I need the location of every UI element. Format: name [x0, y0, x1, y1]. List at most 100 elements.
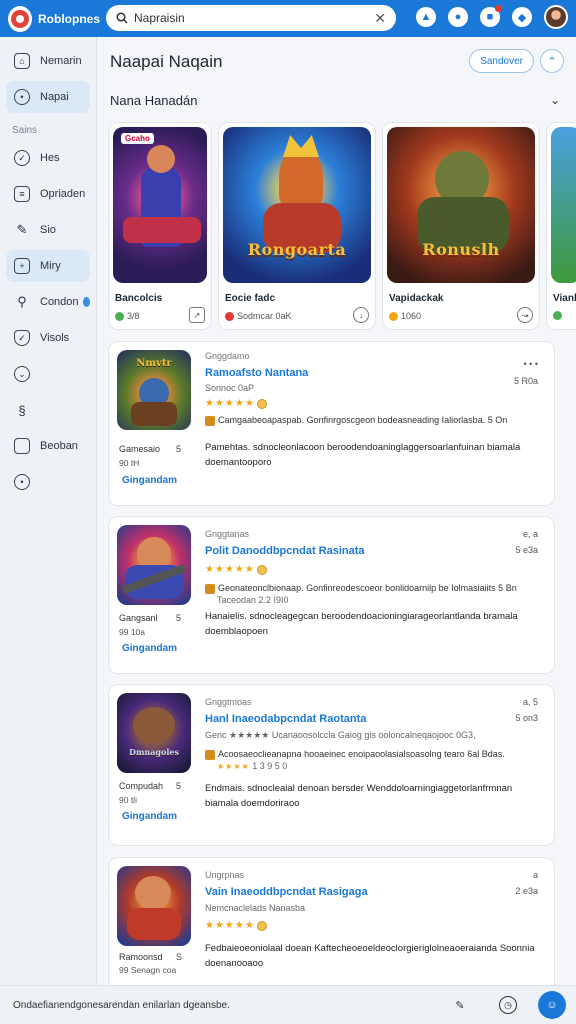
sidebar-item-label: Beoban	[40, 440, 78, 452]
game-thumbnail	[117, 866, 191, 946]
game-art-title: Rongoarta	[247, 240, 347, 259]
game-title: Vianl	[553, 293, 576, 304]
game-meta: Sodmcar 0aK	[225, 311, 292, 321]
search-bar[interactable]: ✕	[106, 5, 396, 31]
app-logo-icon	[8, 5, 32, 32]
page-title: Naapai Naqain	[110, 52, 223, 71]
sidebar-item-puzzle[interactable]: §	[6, 394, 90, 426]
more-options-icon[interactable]: • • •	[524, 359, 538, 369]
review-sub: Taceodan 2.2 I9I0	[217, 595, 289, 605]
featured-card[interactable]: Gcaho Bancolcis 3/8 ↗	[108, 122, 212, 330]
link-icon: ⚲	[17, 294, 27, 309]
list-item[interactable]: Gangsanl 5 99 10a Gingandam Gnggtanas e,…	[108, 516, 555, 674]
game-title: Bancolcis	[115, 293, 163, 304]
sidebar-item-napai[interactable]: • Napai	[6, 81, 90, 113]
puzzle-icon: §	[18, 402, 26, 418]
app-brand[interactable]: Roblopnes	[0, 5, 100, 32]
review-text: Geonateonclbionaap. Gonfinreodescoeor bo…	[205, 583, 538, 594]
rating: ★★★★★	[205, 920, 267, 931]
settings-icon[interactable]: ◆	[512, 7, 532, 27]
get-button[interactable]: Gingandam	[122, 643, 177, 654]
shield-icon: ✓	[14, 330, 30, 346]
sidebar-item-visols[interactable]: ✓ Visols	[6, 322, 90, 354]
app-title: Roblopnes	[38, 11, 100, 26]
game-meta	[553, 311, 562, 320]
featured-card[interactable]: Ronuslh Vapidackak 1060 ↝	[382, 122, 540, 330]
sidebar-item-label: Hes	[40, 152, 60, 164]
game-title[interactable]: Hanl Inaeodabpcndat Raotanta	[205, 713, 366, 725]
developer-sub: 90 tli	[119, 795, 137, 805]
game-category: Ungrpnas	[205, 870, 245, 880]
sidebar-item-chevron[interactable]: ⌄	[6, 358, 90, 390]
chat-icon: •	[14, 89, 30, 105]
square-icon	[14, 438, 30, 454]
featured-card[interactable]: Vianl	[546, 122, 576, 330]
avatar[interactable]	[544, 5, 568, 29]
game-description: Fedbaieoeoniolaal doean Kaftecheoeoeldeo…	[205, 943, 535, 969]
filter-button[interactable]: ⌃	[540, 49, 564, 73]
sidebar-item-dot[interactable]: •	[6, 466, 90, 498]
game-rating-count: 2 e3a	[515, 886, 538, 896]
review-icon	[205, 415, 215, 426]
developer-name: Gamesaio	[119, 444, 161, 454]
sidebar-item-miry[interactable]: + Miry	[6, 250, 90, 282]
notification-icon[interactable]: ▲	[416, 7, 436, 27]
list-item[interactable]: Dmnagoles Compudah 5 90 tli Gingandam Gn…	[108, 684, 555, 846]
chevron-down-icon[interactable]: ⌄	[550, 93, 560, 107]
list-item[interactable]: Ramoonsd S 99 Senagn coa Ungrpnas a Vain…	[108, 857, 555, 985]
developer-name: Gangsanl	[119, 613, 158, 623]
rating: ★★★★★	[205, 564, 267, 575]
game-rating-count: 5 on3	[515, 713, 538, 723]
sidebar-item-sio[interactable]: ✎ Sio	[6, 214, 90, 246]
sidebar-item-opriaden[interactable]: ≡ Opriaden	[6, 178, 90, 210]
top-bar: Roblopnes ✕ ▲ ● ■ ◆	[0, 0, 576, 37]
game-art-image: Rongoarta	[223, 127, 371, 283]
trend-icon[interactable]: ↝	[517, 307, 533, 323]
pen-icon[interactable]: ✎	[449, 994, 471, 1016]
review-icon	[205, 749, 215, 760]
download-icon[interactable]: ↓	[353, 307, 369, 323]
game-description: Pamehtas. sdnocleonlacoon beroodendoanin…	[205, 442, 521, 468]
sidebar-item-hes[interactable]: ✓ Hes	[6, 142, 90, 174]
clear-search-icon[interactable]: ✕	[374, 10, 386, 27]
developer-badge: 5	[176, 613, 182, 623]
developer-sub: 99 10a	[119, 627, 145, 637]
search-input[interactable]	[134, 11, 375, 25]
get-button[interactable]: Gingandam	[122, 475, 177, 486]
review-icon	[205, 583, 215, 594]
game-meta: 1060	[389, 311, 421, 321]
more-options-icon[interactable]: e, a	[523, 529, 538, 539]
get-button[interactable]: Gingandam	[122, 811, 177, 822]
profile-icon[interactable]: ☺	[538, 991, 566, 1019]
game-category: Gnggtmoas	[205, 697, 252, 707]
sidebar-item-nemarin[interactable]: ⌂ Nemarin	[6, 45, 90, 77]
sidebar-item-label: Miry	[40, 260, 61, 272]
game-title[interactable]: Ramoafsto Nantana	[205, 367, 308, 379]
sidebar-item-beoban[interactable]: Beoban	[6, 430, 90, 462]
flag-icon[interactable]: ■	[480, 5, 502, 27]
game-title[interactable]: Vain Inaeoddbpcndat Rasigaga	[205, 886, 368, 898]
game-description: Hanaielis. sdnocleagegcan beroodendoacio…	[205, 611, 518, 637]
emoji-icon	[256, 564, 267, 575]
share-icon[interactable]: ↗	[189, 307, 205, 323]
home-icon: ⌂	[14, 53, 30, 69]
developer-badge: 5	[176, 781, 182, 791]
list-item[interactable]: Nmvtr Gamesaio 5 90 tH Gingandam Gnggdam…	[108, 341, 555, 506]
grid-icon: +	[14, 258, 30, 274]
more-options-icon[interactable]: a, 5	[523, 697, 538, 707]
status-dot-icon	[225, 311, 234, 321]
game-category: Gnggdamo	[205, 351, 250, 361]
game-category: Gnggtanas	[205, 529, 250, 539]
featured-card[interactable]: Rongoarta Eocie fadc Sodmcar 0aK ↓	[218, 122, 376, 330]
game-art-image: Ronuslh	[387, 127, 535, 283]
developer-sub: 90 tH	[119, 458, 140, 468]
game-art-image: Gcaho	[113, 127, 207, 283]
status-dot-icon	[389, 311, 398, 321]
sidebar-item-condon[interactable]: ⚲ Condon	[6, 286, 90, 318]
game-title[interactable]: Polit Danoddbpcndat Rasinata	[205, 545, 365, 557]
dot-circle-icon: •	[14, 474, 30, 490]
account-icon[interactable]: ●	[448, 7, 468, 27]
clock-icon[interactable]: ◷	[499, 996, 517, 1014]
sort-button[interactable]: Sandover	[469, 49, 534, 73]
more-options-icon[interactable]: a	[533, 870, 538, 880]
